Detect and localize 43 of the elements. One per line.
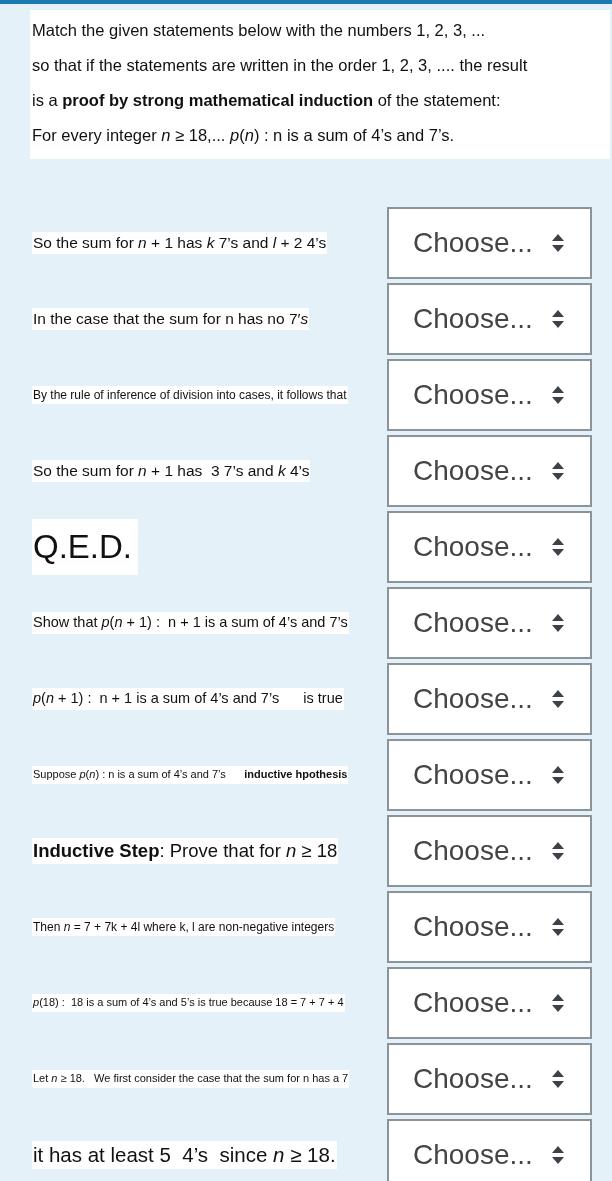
statement-text: By the rule of inference of division into cases, it follows that — [32, 385, 348, 405]
statement-text: So the sum for n + 1 has k 7’s and l + 2 4’s — [32, 231, 328, 255]
updown-icon — [550, 1069, 565, 1089]
choose-dropdown[interactable]: Choose... — [387, 891, 592, 963]
updown-icon — [550, 765, 565, 785]
choose-dropdown[interactable]: Choose... — [387, 511, 592, 583]
updown-icon — [550, 385, 565, 405]
statement-text: Let n ≥ 18. We first consider the case that the sum for n has a 7 — [32, 1070, 350, 1088]
updown-icon — [550, 841, 565, 861]
choose-dropdown[interactable]: Choose... — [387, 815, 592, 887]
choose-dropdown[interactable]: Choose... — [387, 967, 592, 1039]
updown-icon — [550, 1145, 565, 1165]
statement-text: p(18) : 18 is a sum of 4’s and 5’s is true because 18 = 7 + 7 + 4 — [32, 994, 345, 1012]
instruction-text: For every integer n ≥ 18,... p(n) : n is a sum of 4’s and 7’s. — [32, 125, 456, 146]
updown-icon — [550, 689, 565, 709]
choose-dropdown[interactable]: Choose... — [387, 435, 592, 507]
statement-text: Q.E.D. — [32, 519, 139, 575]
choose-dropdown[interactable]: Choose... — [387, 1043, 592, 1115]
statement-text: Then n = 7 + 7k + 4l where k, l are non-negative integers — [32, 917, 336, 937]
statement-text: In the case that the sum for n has no 7′s — [32, 307, 310, 331]
statement-text: Suppose p(n) : n is a sum of 4’s and 7’s inductive hpothesis — [32, 766, 349, 784]
instruction-text: is a proof by strong mathematical induction of the statement: — [32, 90, 502, 111]
statement-text: it has at least 5 4’s since n ≥ 18. — [32, 1140, 337, 1170]
updown-icon — [550, 537, 565, 557]
updown-icon — [550, 613, 565, 633]
updown-icon — [550, 309, 565, 329]
choose-dropdown[interactable]: Choose... — [387, 207, 592, 279]
instruction-text: Match the given statements below with the numbers 1, 2, 3, ... — [32, 20, 487, 41]
choose-dropdown[interactable]: Choose... — [387, 663, 592, 735]
choose-dropdown[interactable]: Choose... — [387, 283, 592, 355]
choose-dropdown[interactable]: Choose... — [387, 587, 592, 659]
updown-icon — [550, 917, 565, 937]
statement-text: Inductive Step: Prove that for n ≥ 18 — [32, 837, 339, 865]
statement-text: So the sum for n + 1 has 3 7’s and k 4’s — [32, 459, 311, 483]
choose-dropdown[interactable]: Choose... — [387, 1119, 592, 1181]
choose-dropdown[interactable]: Choose... — [387, 359, 592, 431]
statement-text: Show that p(n + 1) : n + 1 is a sum of 4’s and 7’s — [32, 612, 349, 634]
choose-dropdown[interactable]: Choose... — [387, 739, 592, 811]
updown-icon — [550, 993, 565, 1013]
statement-text: p(n + 1) : n + 1 is a sum of 4’s and 7’s is true — [32, 688, 344, 710]
updown-icon — [550, 233, 565, 253]
instruction-text: so that if the statements are written in the order 1, 2, 3, .... the result — [32, 55, 529, 76]
updown-icon — [550, 461, 565, 481]
